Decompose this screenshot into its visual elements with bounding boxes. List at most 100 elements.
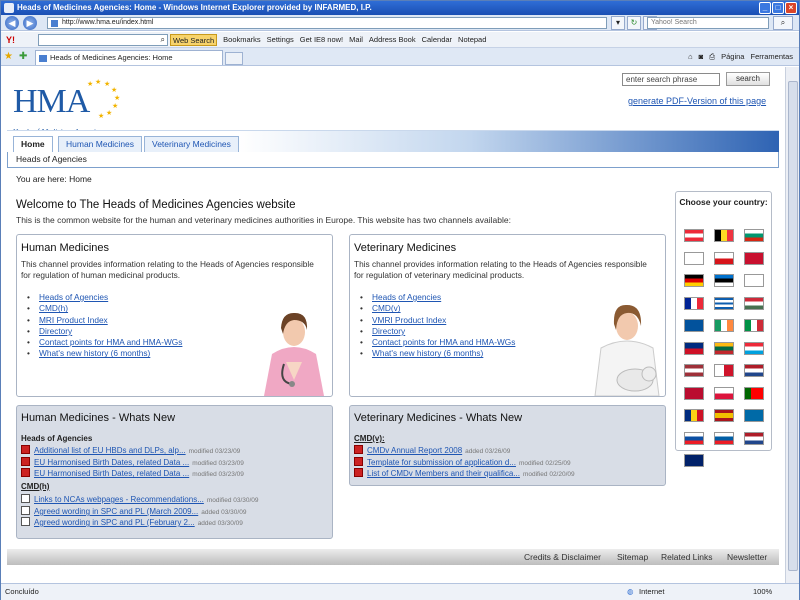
- link-vet-contact-points[interactable]: Contact points for HMA and HMA-WGs: [360, 337, 515, 348]
- footer-sitemap[interactable]: Sitemap: [617, 549, 648, 565]
- footer-related-links[interactable]: Related Links: [661, 549, 713, 565]
- new-tab-button[interactable]: [225, 52, 243, 65]
- forward-icon[interactable]: ▶: [23, 16, 37, 30]
- maximize-button[interactable]: □: [772, 2, 784, 14]
- toolbar-notepad[interactable]: Notepad: [458, 35, 486, 44]
- slovenia-flag[interactable]: [714, 431, 734, 445]
- link-mri-product-index[interactable]: MRI Product Index: [27, 315, 182, 326]
- add-favorite-icon[interactable]: ✚: [19, 51, 27, 62]
- section-cmdv[interactable]: CMD(v):: [354, 434, 385, 443]
- web-search-button[interactable]: Web Search: [170, 33, 218, 46]
- austria-flag[interactable]: [684, 229, 704, 242]
- refresh-icon[interactable]: ↻: [627, 16, 641, 30]
- news-link[interactable]: Template for submission of application d…: [367, 458, 516, 467]
- france-flag[interactable]: [684, 296, 704, 310]
- close-button[interactable]: ×: [785, 2, 797, 14]
- site-search-input[interactable]: enter search phrase: [622, 73, 720, 86]
- toolbar-mail[interactable]: Mail: [349, 35, 363, 44]
- address-field[interactable]: http://www.hma.eu/index.html: [47, 17, 607, 29]
- tab-veterinary-medicines[interactable]: Veterinary Medicines: [144, 136, 239, 153]
- news-link[interactable]: Agreed wording in SPC and PL (March 2009…: [34, 507, 198, 516]
- portugal-flag[interactable]: [744, 386, 764, 400]
- uk-flag[interactable]: [684, 454, 704, 467]
- feeds-icon[interactable]: ◙: [699, 50, 704, 64]
- netherlands-flag-2[interactable]: [744, 431, 764, 445]
- browser-tab[interactable]: Heads of Medicines Agencies: Home: [35, 50, 223, 65]
- malta-flag[interactable]: [714, 364, 734, 377]
- yahoo-search-input[interactable]: ⌕: [38, 33, 168, 46]
- subnav-heads-of-agencies[interactable]: Heads of Agencies: [16, 154, 87, 164]
- news-link[interactable]: EU Harmonised Birth Dates, related Data …: [34, 458, 189, 467]
- site-search-button[interactable]: search: [726, 72, 770, 86]
- news-date: modified 02/25/09: [518, 460, 571, 467]
- ireland-flag[interactable]: [714, 319, 734, 332]
- slovakia-flag[interactable]: [684, 431, 704, 445]
- search-icon[interactable]: ⌕: [773, 16, 793, 30]
- hungary-flag[interactable]: [744, 296, 764, 310]
- news-link[interactable]: EU Harmonised Birth Dates, related Data …: [34, 469, 189, 478]
- greece-flag[interactable]: [714, 296, 734, 310]
- scroll-thumb[interactable]: [788, 81, 798, 571]
- toolbar-bookmarks[interactable]: Bookmarks: [223, 35, 261, 44]
- page-menu[interactable]: Página: [721, 50, 744, 64]
- toolbar-get-ie8[interactable]: Get IE8 now!: [300, 35, 343, 44]
- search-input[interactable]: Yahoo! Search: [647, 17, 769, 29]
- germany-flag[interactable]: [684, 274, 704, 287]
- spain-flag[interactable]: [714, 409, 734, 422]
- iceland-flag[interactable]: [684, 319, 704, 332]
- link-vet-whats-new-history[interactable]: What's new history (6 months): [360, 348, 515, 359]
- tab-home[interactable]: Home: [13, 136, 53, 153]
- link-vet-heads-of-agencies[interactable]: Heads of Agencies: [360, 292, 515, 303]
- toolbar-settings[interactable]: Settings: [267, 35, 294, 44]
- czech-flag[interactable]: [714, 251, 734, 265]
- netherlands-flag[interactable]: [744, 364, 764, 377]
- print-icon[interactable]: ⎙: [709, 50, 715, 64]
- norway-flag[interactable]: [684, 386, 704, 400]
- favorites-star-icon[interactable]: ★: [4, 51, 13, 62]
- back-icon[interactable]: ◀: [5, 16, 19, 30]
- link-vmri-product-index[interactable]: VMRI Product Index: [360, 315, 515, 326]
- link-contact-points[interactable]: Contact points for HMA and HMA-WGs: [27, 337, 182, 348]
- link-heads-of-agencies[interactable]: Heads of Agencies: [27, 292, 182, 303]
- toolbar-address-book[interactable]: Address Book: [369, 35, 416, 44]
- latvia-flag[interactable]: [684, 364, 704, 377]
- link-directory[interactable]: Directory: [27, 326, 182, 337]
- tools-menu[interactable]: Ferramentas: [750, 50, 793, 64]
- home-icon[interactable]: ⌂: [688, 50, 693, 64]
- news-link[interactable]: Agreed wording in SPC and PL (February 2…: [34, 518, 195, 527]
- news-link[interactable]: CMDv Annual Report 2008: [367, 446, 462, 455]
- news-link[interactable]: List of CMDv Members and their qualifica…: [367, 469, 520, 478]
- link-cmdv[interactable]: CMD(v): [360, 303, 515, 314]
- vertical-scrollbar[interactable]: [785, 67, 799, 583]
- news-link[interactable]: Links to NCAs webpages - Recommendations…: [34, 495, 204, 504]
- hma-logo[interactable]: ★★★ ★★★ ★★ HMA Heads of Medicines Agenci…: [13, 78, 123, 136]
- link-whats-new-history[interactable]: What's new history (6 months): [27, 348, 182, 359]
- dropdown-icon[interactable]: ▾: [611, 16, 625, 30]
- section-cmdh[interactable]: CMD(h): [21, 482, 49, 491]
- denmark-flag[interactable]: [744, 251, 764, 265]
- italy-flag[interactable]: [744, 319, 764, 332]
- tab-human-medicines[interactable]: Human Medicines: [58, 136, 143, 153]
- news-link[interactable]: Additional list of EU HBDs and DLPs, alp…: [34, 446, 186, 455]
- liechtenstein-flag[interactable]: [684, 341, 704, 355]
- belgium-flag[interactable]: [714, 229, 734, 242]
- minimize-button[interactable]: _: [759, 2, 771, 14]
- poland-flag[interactable]: [714, 386, 734, 400]
- finland-flag[interactable]: [744, 274, 764, 287]
- estonia-flag[interactable]: [714, 274, 734, 287]
- bulgaria-flag[interactable]: [744, 229, 764, 242]
- cyprus-flag[interactable]: [684, 251, 704, 265]
- yahoo-logo[interactable]: Y!: [6, 35, 32, 45]
- sweden-flag[interactable]: [744, 409, 764, 422]
- footer-credits[interactable]: Credits & Disclaimer: [524, 549, 601, 565]
- link-cmdh[interactable]: CMD(h): [27, 303, 182, 314]
- romania-flag[interactable]: [684, 409, 704, 422]
- luxembourg-flag[interactable]: [744, 341, 764, 355]
- toolbar-calendar[interactable]: Calendar: [422, 35, 452, 44]
- footer-newsletter[interactable]: Newsletter: [727, 549, 767, 565]
- zoom-level[interactable]: 100%: [753, 584, 772, 600]
- pdf-version-link[interactable]: generate PDF-Version of this page: [628, 96, 766, 106]
- news-date: added 03/30/09: [201, 509, 247, 516]
- lithuania-flag[interactable]: [714, 341, 734, 355]
- link-vet-directory[interactable]: Directory: [360, 326, 515, 337]
